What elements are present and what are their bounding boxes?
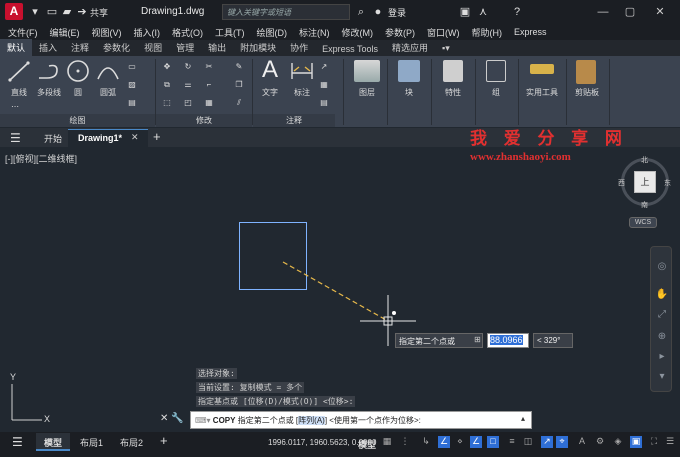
history-line: 选择对象: [196, 368, 237, 379]
showmotion-icon[interactable]: ▸ [655, 351, 669, 365]
annotation-scale-icon[interactable]: ⌖ [556, 436, 568, 448]
object-snap-tracking-icon[interactable]: ∠ [470, 436, 482, 448]
zoom-icon[interactable]: ⤢ [655, 309, 669, 323]
history-line: 当前设置: 复制模式 = 多个 [196, 382, 305, 393]
dynamic-prompt: 指定第二个点或 [395, 333, 483, 348]
isodraft-icon[interactable]: ⋄ [454, 436, 466, 448]
grid-icon[interactable]: ▦ [381, 436, 393, 448]
command-line-tools[interactable]: ✕ 🔧 [160, 413, 184, 424]
object-snap-icon[interactable]: □ [487, 436, 499, 448]
clean-screen-icon[interactable]: ⛶ [648, 436, 660, 448]
canvas-overlay [11, 261, 416, 421]
command-icon: ⌨▾ [195, 416, 213, 425]
options-icon[interactable]: ⊞ [474, 335, 481, 344]
ortho-icon[interactable]: ↳ [420, 436, 432, 448]
history-line: 指定基点或 [位移(D)/模式(O)] <位移>: [196, 396, 356, 407]
layout-tab-model-label[interactable]: 模型 [44, 436, 62, 449]
ucs-x-label: X [44, 414, 51, 424]
snap-icon[interactable]: ⋮ [399, 436, 411, 448]
workspace-icon[interactable]: ⚙ [594, 436, 606, 448]
selection-cycling-icon[interactable]: ↗ [541, 436, 553, 448]
transparency-icon[interactable]: ◫ [522, 436, 534, 448]
layout-tab-1[interactable]: 布局1 [80, 436, 103, 449]
ucs-y-label: Y [10, 372, 17, 382]
annotation-visibility-icon[interactable]: A [576, 436, 588, 448]
compass-west[interactable]: 西 [618, 178, 625, 188]
lineweight-icon[interactable]: ≡ [506, 436, 518, 448]
compass-north[interactable]: 北 [641, 155, 648, 165]
wcs-menu[interactable]: WCS [629, 217, 657, 228]
command-option-array[interactable]: 阵列(A) [298, 416, 325, 425]
command-name: COPY [212, 416, 236, 425]
compass-south[interactable]: 南 [641, 200, 648, 210]
polar-icon[interactable]: ∠ [438, 436, 450, 448]
compass-east[interactable]: 东 [664, 178, 671, 188]
command-line[interactable]: ⌨▾ COPY 指定第二个点或 [阵列(A)] <使用第一个点作为位移>: [190, 411, 532, 429]
hardware-acceleration-icon[interactable]: ▣ [630, 436, 642, 448]
layout-menu-icon[interactable]: ☰ [12, 435, 23, 449]
model-space-toggle[interactable]: 模型 [358, 438, 376, 451]
angle-input[interactable]: < 329° [533, 333, 573, 348]
add-layout-button[interactable]: + [160, 433, 168, 448]
chevron-up-icon[interactable]: ▴ [521, 414, 525, 423]
steering-wheel-icon[interactable]: ◎ [655, 261, 669, 275]
layout-tab-2[interactable]: 布局2 [120, 436, 143, 449]
viewcube-face[interactable]: 上 [634, 171, 656, 193]
navigation-bar: ◎ ✋ ⤢ ⊕ ▸ ▾ [650, 246, 672, 392]
command-prompt: 指定第二个点或 [ [237, 416, 299, 425]
pan-hand-icon[interactable]: ✋ [655, 289, 669, 303]
customize-icon[interactable]: ☰ [664, 436, 676, 448]
distance-input[interactable]: 88.0966 [487, 333, 529, 348]
nav-menu-icon[interactable]: ▾ [655, 371, 669, 385]
command-prompt-end: ] <使用第一个点作为位移>: [324, 416, 421, 425]
orbit-icon[interactable]: ⊕ [655, 331, 669, 345]
isolate-objects-icon[interactable]: ◈ [612, 436, 624, 448]
distance-value: 88.0966 [490, 335, 523, 345]
